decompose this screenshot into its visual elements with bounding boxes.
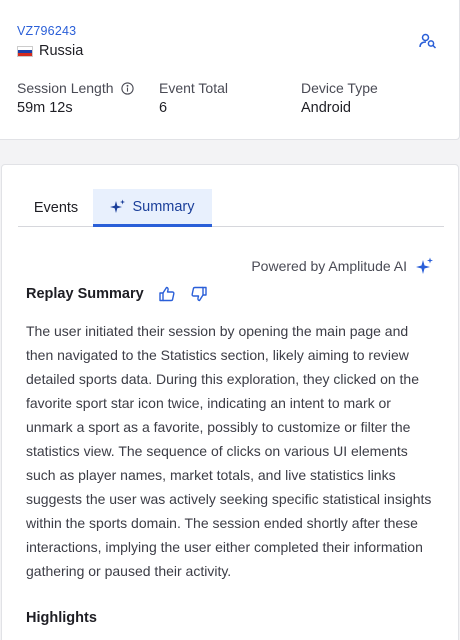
- stat-label: Event Total: [159, 80, 229, 96]
- stat-label: Device Type: [301, 80, 378, 96]
- stat-event-total: Event Total 6: [159, 80, 228, 116]
- stat-session-length: Session Length 59m 12s: [17, 80, 134, 116]
- thumbs-up-icon: [158, 286, 175, 302]
- country: Russia: [17, 43, 83, 59]
- stat-label: Session Length: [17, 80, 114, 96]
- thumbs-up-button[interactable]: [158, 285, 176, 303]
- powered-by: Powered by Amplitude AI: [251, 257, 434, 275]
- thumbs-down-button[interactable]: [190, 285, 208, 303]
- ai-sparkle-icon: [416, 257, 434, 275]
- powered-by-label: Powered by Amplitude AI: [251, 258, 407, 274]
- country-label: Russia: [39, 43, 84, 59]
- user-search-button[interactable]: [417, 31, 439, 51]
- stat-value: Android: [301, 100, 351, 116]
- tab-label: Summary: [132, 198, 195, 215]
- replay-summary-title: Replay Summary: [26, 286, 144, 302]
- user-search-icon: [419, 33, 437, 49]
- tab-label: Events: [33, 199, 79, 216]
- info-icon[interactable]: [120, 81, 134, 95]
- stat-device-type: Device Type Android: [301, 80, 378, 116]
- tab-summary[interactable]: Summary: [93, 189, 212, 227]
- russia-flag-icon: [17, 45, 33, 57]
- user-id-link[interactable]: VZ796243: [17, 24, 76, 38]
- tab-bar: Events Summary: [18, 189, 444, 227]
- sparkle-icon: [110, 199, 126, 215]
- stat-value: 6: [159, 100, 168, 116]
- replay-summary-header: Replay Summary: [26, 285, 208, 303]
- stat-value: 59m 12s: [17, 100, 73, 116]
- replay-details-card: Events Summary Powered by Amplitude AI R…: [1, 164, 459, 640]
- thumbs-down-icon: [191, 286, 207, 302]
- replay-summary-text: The user initiated their session by open…: [26, 323, 432, 579]
- session-info-card: VZ796243 Russia Session Length 59m 12s E…: [0, 0, 460, 140]
- highlights-heading: Highlights: [26, 610, 97, 626]
- tab-events[interactable]: Events: [18, 189, 94, 226]
